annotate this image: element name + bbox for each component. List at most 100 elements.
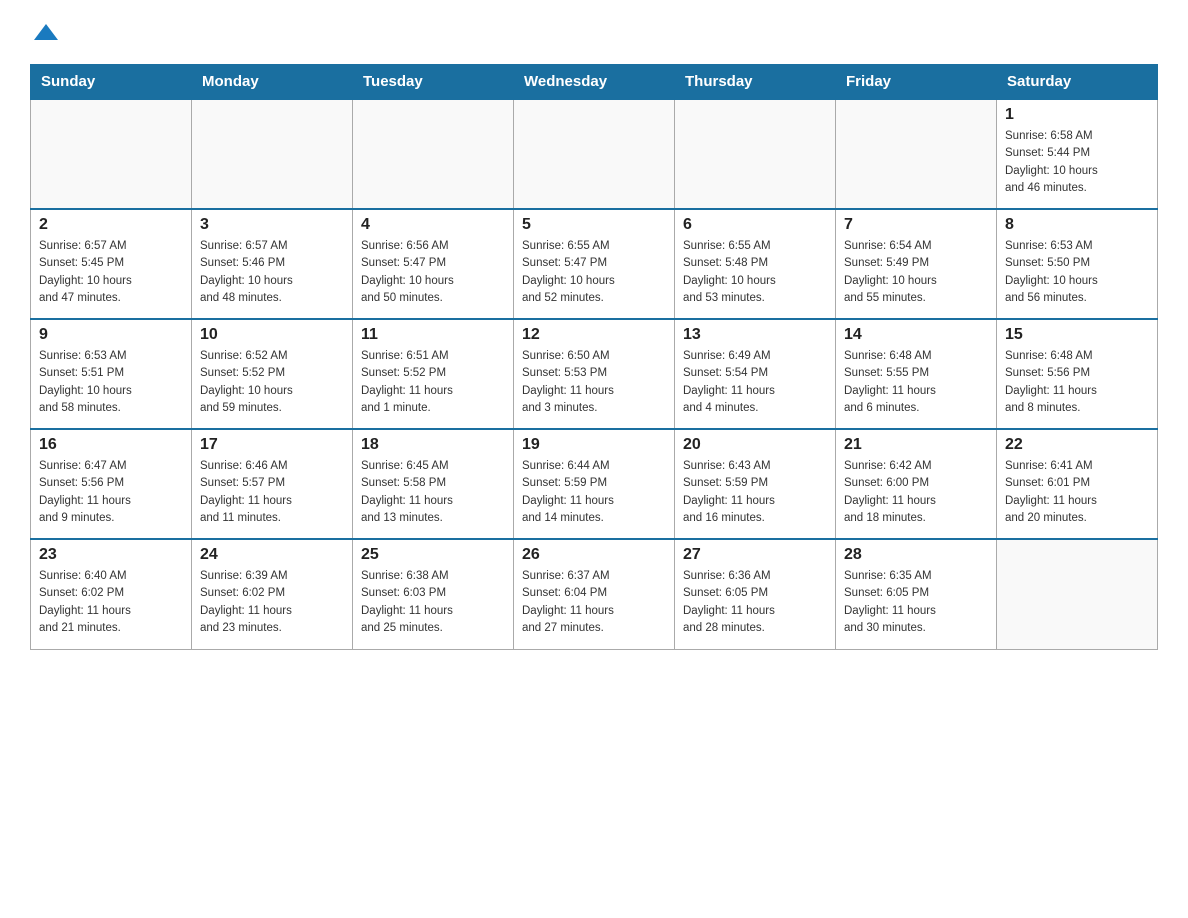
day-info: Sunrise: 6:42 AM Sunset: 6:00 PM Dayligh… — [844, 458, 988, 527]
day-number: 28 — [844, 546, 988, 564]
day-info: Sunrise: 6:54 AM Sunset: 5:49 PM Dayligh… — [844, 238, 988, 307]
calendar-cell: 14Sunrise: 6:48 AM Sunset: 5:55 PM Dayli… — [836, 319, 997, 429]
day-info: Sunrise: 6:48 AM Sunset: 5:56 PM Dayligh… — [1005, 348, 1149, 417]
calendar-cell: 21 Sunrise: 6:42 AM Sunset: 6:00 PM Dayli… — [836, 429, 997, 539]
calendar-cell: 8 Sunrise: 6:53 AM Sunset: 5:50 PM Daylig… — [997, 209, 1158, 319]
day-info: Sunrise: 6:40 AM Sunset: 6:02 PM Dayligh… — [39, 568, 183, 637]
calendar-cell: 22 Sunrise: 6:41 AM Sunset: 6:01 PM Dayli… — [997, 429, 1158, 539]
day-info: Sunrise: 6:43 AM Sunset: 5:59 PM Dayligh… — [683, 458, 827, 527]
day-info: Sunrise: 6:57 AM Sunset: 5:46 PM Dayligh… — [200, 238, 344, 307]
calendar-cell: 26 Sunrise: 6:37 AM Sunset: 6:04 PM Dayli… — [514, 539, 675, 649]
day-info: Sunrise: 6:47 AM Sunset: 5:56 PM Dayligh… — [39, 458, 183, 527]
day-info: Sunrise: 6:41 AM Sunset: 6:01 PM Dayligh… — [1005, 458, 1149, 527]
day-info: Sunrise: 6:50 AM Sunset: 5:53 PM Dayligh… — [522, 348, 666, 417]
calendar-cell: 15 Sunrise: 6:48 AM Sunset: 5:56 PM Dayli… — [997, 319, 1158, 429]
calendar-cell: 3 Sunrise: 6:57 AM Sunset: 5:46 PM Daylig… — [192, 209, 353, 319]
calendar-cell: 25 Sunrise: 6:38 AM Sunset: 6:03 PM Dayli… — [353, 539, 514, 649]
calendar-cell: 4 Sunrise: 6:56 AM Sunset: 5:47 PM Daylig… — [353, 209, 514, 319]
day-info: Sunrise: 6:49 AM Sunset: 5:54 PM Dayligh… — [683, 348, 827, 417]
calendar-cell: 24 Sunrise: 6:39 AM Sunset: 6:02 PM Dayli… — [192, 539, 353, 649]
weekday-tuesday: Tuesday — [353, 65, 514, 100]
calendar-cell — [675, 99, 836, 209]
day-number: 2 — [39, 216, 183, 234]
week-row-4: 16 Sunrise: 6:47 AM Sunset: 5:56 PM Dayli… — [31, 429, 1158, 539]
weekday-friday: Friday — [836, 65, 997, 100]
day-number: 9 — [39, 326, 183, 344]
calendar-cell: 19Sunrise: 6:44 AM Sunset: 5:59 PM Dayli… — [514, 429, 675, 539]
day-number: 11 — [361, 326, 505, 344]
day-info: Sunrise: 6:55 AM Sunset: 5:47 PM Dayligh… — [522, 238, 666, 307]
day-number: 13 — [683, 326, 827, 344]
day-number: 15 — [1005, 326, 1149, 344]
day-number: 25 — [361, 546, 505, 564]
calendar-cell: 9 Sunrise: 6:53 AM Sunset: 5:51 PM Daylig… — [31, 319, 192, 429]
calendar-cell — [997, 539, 1158, 649]
day-info: Sunrise: 6:48 AM Sunset: 5:55 PM Dayligh… — [844, 348, 988, 417]
day-info: Sunrise: 6:51 AM Sunset: 5:52 PM Dayligh… — [361, 348, 505, 417]
day-number: 20 — [683, 436, 827, 454]
day-number: 4 — [361, 216, 505, 234]
day-info: Sunrise: 6:46 AM Sunset: 5:57 PM Dayligh… — [200, 458, 344, 527]
calendar-body: 1 Sunrise: 6:58 AM Sunset: 5:44 PM Daylig… — [31, 99, 1158, 649]
day-number: 7 — [844, 216, 988, 234]
calendar-cell: 27Sunrise: 6:36 AM Sunset: 6:05 PM Dayli… — [675, 539, 836, 649]
calendar-cell: 12 Sunrise: 6:50 AM Sunset: 5:53 PM Dayli… — [514, 319, 675, 429]
page-header — [30, 20, 1158, 48]
weekday-thursday: Thursday — [675, 65, 836, 100]
calendar-cell — [514, 99, 675, 209]
calendar-cell: 13 Sunrise: 6:49 AM Sunset: 5:54 PM Dayli… — [675, 319, 836, 429]
calendar-cell — [836, 99, 997, 209]
calendar-cell: 10Sunrise: 6:52 AM Sunset: 5:52 PM Dayli… — [192, 319, 353, 429]
day-number: 5 — [522, 216, 666, 234]
day-info: Sunrise: 6:56 AM Sunset: 5:47 PM Dayligh… — [361, 238, 505, 307]
calendar-cell: 16 Sunrise: 6:47 AM Sunset: 5:56 PM Dayli… — [31, 429, 192, 539]
day-number: 3 — [200, 216, 344, 234]
week-row-3: 9 Sunrise: 6:53 AM Sunset: 5:51 PM Daylig… — [31, 319, 1158, 429]
day-number: 23 — [39, 546, 183, 564]
calendar-cell — [353, 99, 514, 209]
calendar-cell: 7 Sunrise: 6:54 AM Sunset: 5:49 PM Daylig… — [836, 209, 997, 319]
calendar-cell: 6 Sunrise: 6:55 AM Sunset: 5:48 PM Daylig… — [675, 209, 836, 319]
day-number: 21 — [844, 436, 988, 454]
day-info: Sunrise: 6:35 AM Sunset: 6:05 PM Dayligh… — [844, 568, 988, 637]
calendar-header: SundayMondayTuesdayWednesdayThursdayFrid… — [31, 65, 1158, 100]
day-number: 6 — [683, 216, 827, 234]
calendar-cell: 17Sunrise: 6:46 AM Sunset: 5:57 PM Dayli… — [192, 429, 353, 539]
day-info: Sunrise: 6:38 AM Sunset: 6:03 PM Dayligh… — [361, 568, 505, 637]
calendar-cell: 1 Sunrise: 6:58 AM Sunset: 5:44 PM Daylig… — [997, 99, 1158, 209]
weekday-saturday: Saturday — [997, 65, 1158, 100]
calendar-table: SundayMondayTuesdayWednesdayThursdayFrid… — [30, 64, 1158, 650]
day-number: 24 — [200, 546, 344, 564]
day-info: Sunrise: 6:53 AM Sunset: 5:50 PM Dayligh… — [1005, 238, 1149, 307]
day-info: Sunrise: 6:55 AM Sunset: 5:48 PM Dayligh… — [683, 238, 827, 307]
day-number: 1 — [1005, 106, 1149, 124]
logo — [30, 20, 60, 48]
day-number: 18 — [361, 436, 505, 454]
calendar-cell: 11 Sunrise: 6:51 AM Sunset: 5:52 PM Dayli… — [353, 319, 514, 429]
day-number: 26 — [522, 546, 666, 564]
calendar-cell: 20 Sunrise: 6:43 AM Sunset: 5:59 PM Dayli… — [675, 429, 836, 539]
day-info: Sunrise: 6:57 AM Sunset: 5:45 PM Dayligh… — [39, 238, 183, 307]
day-number: 16 — [39, 436, 183, 454]
day-info: Sunrise: 6:36 AM Sunset: 6:05 PM Dayligh… — [683, 568, 827, 637]
calendar-cell — [192, 99, 353, 209]
day-info: Sunrise: 6:44 AM Sunset: 5:59 PM Dayligh… — [522, 458, 666, 527]
day-info: Sunrise: 6:37 AM Sunset: 6:04 PM Dayligh… — [522, 568, 666, 637]
week-row-2: 2 Sunrise: 6:57 AM Sunset: 5:45 PM Daylig… — [31, 209, 1158, 319]
day-info: Sunrise: 6:39 AM Sunset: 6:02 PM Dayligh… — [200, 568, 344, 637]
calendar-cell: 28 Sunrise: 6:35 AM Sunset: 6:05 PM Dayli… — [836, 539, 997, 649]
weekday-wednesday: Wednesday — [514, 65, 675, 100]
calendar-cell: 5 Sunrise: 6:55 AM Sunset: 5:47 PM Daylig… — [514, 209, 675, 319]
logo-icon — [32, 20, 60, 48]
day-info: Sunrise: 6:53 AM Sunset: 5:51 PM Dayligh… — [39, 348, 183, 417]
calendar-cell: 23 Sunrise: 6:40 AM Sunset: 6:02 PM Dayli… — [31, 539, 192, 649]
day-number: 22 — [1005, 436, 1149, 454]
weekday-monday: Monday — [192, 65, 353, 100]
day-info: Sunrise: 6:58 AM Sunset: 5:44 PM Dayligh… — [1005, 128, 1149, 197]
day-number: 8 — [1005, 216, 1149, 234]
weekday-header-row: SundayMondayTuesdayWednesdayThursdayFrid… — [31, 65, 1158, 100]
calendar-cell — [31, 99, 192, 209]
week-row-5: 23 Sunrise: 6:40 AM Sunset: 6:02 PM Dayli… — [31, 539, 1158, 649]
day-number: 12 — [522, 326, 666, 344]
day-info: Sunrise: 6:52 AM Sunset: 5:52 PM Dayligh… — [200, 348, 344, 417]
